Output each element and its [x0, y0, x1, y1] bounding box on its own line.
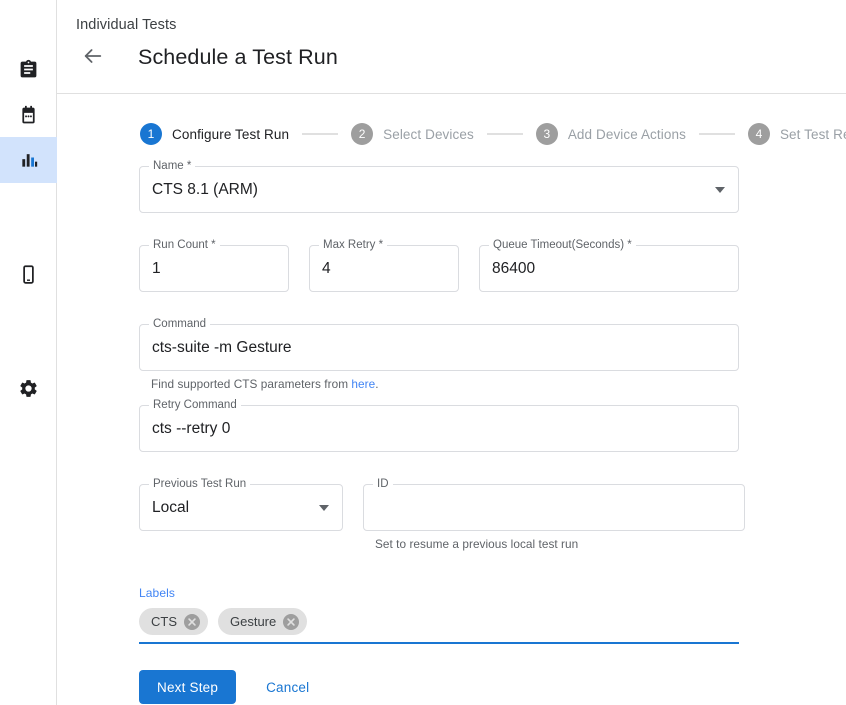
name-label: Name * [149, 159, 195, 173]
back-button[interactable] [76, 40, 110, 74]
chevron-down-icon[interactable] [715, 187, 725, 193]
max-retry-input[interactable] [322, 246, 424, 291]
name-select[interactable]: Name * CTS 8.1 (ARM) [139, 166, 739, 213]
stepper-step-1[interactable]: 1 Configure Test Run [140, 123, 289, 145]
name-value: CTS 8.1 (ARM) [152, 181, 258, 199]
breadcrumb: Individual Tests [76, 17, 176, 33]
previous-test-run-label: Previous Test Run [149, 477, 250, 491]
previous-test-run-value: Local [152, 499, 189, 517]
stepper-connector [487, 133, 523, 135]
stepper: 1 Configure Test Run 2 Select Devices 3 … [140, 123, 846, 145]
sidebar-item-devices[interactable] [0, 251, 57, 297]
id-input[interactable] [376, 485, 710, 530]
label-chip-text: Gesture [230, 614, 276, 629]
chevron-down-icon[interactable] [319, 505, 329, 511]
app-root: Individual Tests Schedule a Test Run 1 C… [0, 0, 846, 705]
page-header: Individual Tests Schedule a Test Run [57, 0, 846, 94]
label-chip[interactable]: Gesture [218, 608, 307, 635]
step-label: Select Devices [383, 127, 474, 142]
previous-test-run-select[interactable]: Previous Test Run Local [139, 484, 343, 531]
cts-parameters-link[interactable]: here [351, 377, 375, 391]
sidebar-item-settings[interactable] [0, 365, 57, 411]
sidebar-item-test-suites[interactable] [0, 46, 57, 92]
labels-chip-input[interactable]: CTS Gesture [139, 600, 739, 644]
step-number: 3 [536, 123, 558, 145]
step-number: 1 [140, 123, 162, 145]
page-title: Schedule a Test Run [138, 45, 338, 70]
stepper-connector [699, 133, 735, 135]
id-block: ID Set to resume a previous local test r… [363, 484, 745, 551]
retry-command-input[interactable] [152, 406, 704, 451]
labels-caption: Labels [139, 586, 739, 600]
stepper-connector [302, 133, 338, 135]
cancel-button[interactable]: Cancel [260, 670, 315, 704]
label-chip-text: CTS [151, 614, 177, 629]
command-input[interactable] [152, 325, 704, 370]
id-field[interactable]: ID [363, 484, 745, 531]
step-number: 4 [748, 123, 770, 145]
configure-test-run-form: Name * CTS 8.1 (ARM) Run Count * Max Ret… [139, 166, 846, 704]
close-circle-icon[interactable] [283, 614, 299, 630]
step-label: Add Device Actions [568, 127, 686, 142]
command-helper-prefix: Find supported CTS parameters from [151, 377, 351, 391]
labels-block: Labels CTS Gesture [139, 586, 739, 644]
counts-row: Run Count * Max Retry * Queue Timeout(Se… [139, 245, 846, 292]
retry-command-block: Retry Command [139, 405, 846, 452]
max-retry-field[interactable]: Max Retry * [309, 245, 459, 292]
command-helper-suffix: . [375, 377, 378, 391]
step-label: Configure Test Run [172, 127, 289, 142]
stepper-step-4[interactable]: 4 Set Test Resources [748, 123, 846, 145]
command-field[interactable]: Command [139, 324, 739, 371]
command-helper-text: Find supported CTS parameters from here. [151, 377, 846, 391]
step-number: 2 [351, 123, 373, 145]
label-chip[interactable]: CTS [139, 608, 208, 635]
sidebar-item-test-results[interactable] [0, 137, 57, 183]
form-actions: Next Step Cancel [139, 670, 846, 704]
stepper-step-2[interactable]: 2 Select Devices [351, 123, 474, 145]
next-step-button[interactable]: Next Step [139, 670, 236, 704]
sidebar [0, 0, 57, 705]
queue-timeout-input[interactable] [492, 246, 704, 291]
run-count-input[interactable] [152, 246, 254, 291]
stepper-step-3[interactable]: 3 Add Device Actions [536, 123, 686, 145]
bar-chart-icon [19, 150, 39, 170]
close-circle-icon[interactable] [184, 614, 200, 630]
arrow-left-icon [82, 45, 104, 70]
retry-command-field[interactable]: Retry Command [139, 405, 739, 452]
step-label: Set Test Resources [780, 127, 846, 142]
phone-icon [18, 264, 39, 285]
previous-run-row: Previous Test Run Local ID Set to resume… [139, 484, 846, 551]
calendar-icon [18, 105, 39, 126]
sidebar-item-schedules[interactable] [0, 92, 57, 138]
id-helper-text: Set to resume a previous local test run [375, 537, 745, 551]
run-count-field[interactable]: Run Count * [139, 245, 289, 292]
clipboard-icon [18, 59, 39, 80]
queue-timeout-field[interactable]: Queue Timeout(Seconds) * [479, 245, 739, 292]
main-content: Individual Tests Schedule a Test Run 1 C… [57, 0, 846, 705]
command-block: Command Find supported CTS parameters fr… [139, 324, 846, 391]
title-row: Schedule a Test Run [76, 40, 338, 74]
gear-icon [18, 378, 39, 399]
